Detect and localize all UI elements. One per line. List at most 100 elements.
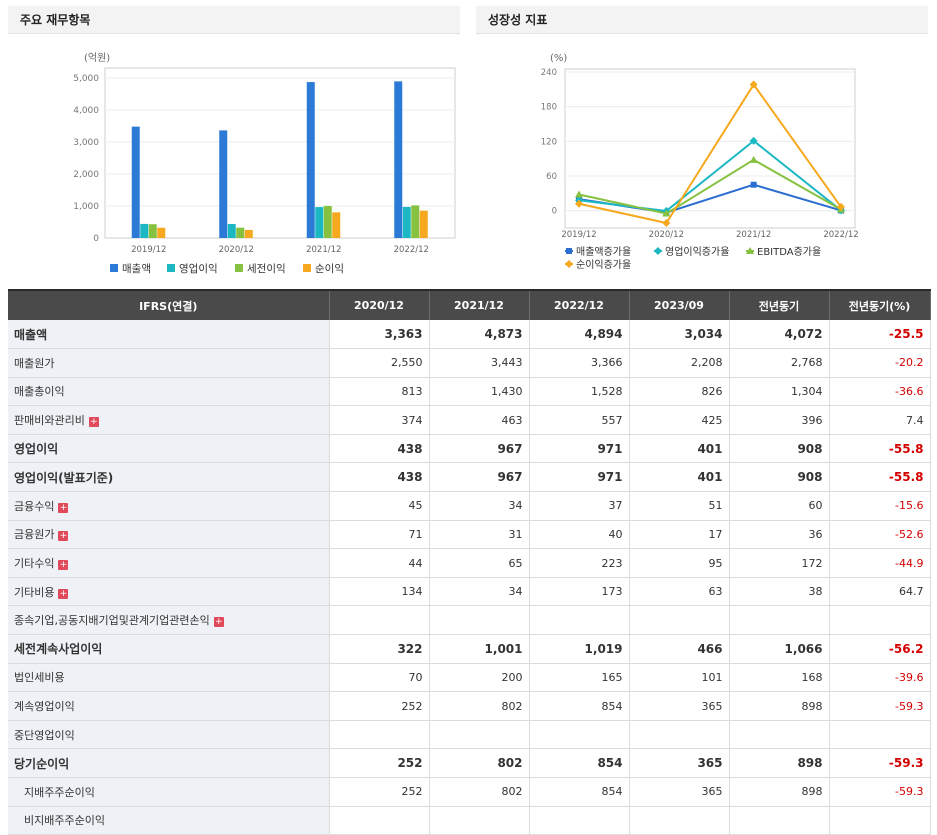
bar-ytick-label: 3,000 bbox=[73, 138, 99, 148]
table-cell: 898 bbox=[729, 777, 830, 807]
bar-세전이익 bbox=[411, 205, 420, 238]
expand-plus-icon[interactable]: + bbox=[213, 617, 224, 628]
table-cell bbox=[329, 806, 430, 835]
expand-plus-icon[interactable]: + bbox=[58, 560, 69, 571]
table-cell: 3,363 bbox=[329, 320, 430, 350]
table-row: 종속기업,공동지배기업및관계기업관련손익 + bbox=[8, 605, 931, 636]
table-row: 지배주주순이익 252 802 854 365 898 -59.3 bbox=[8, 777, 931, 807]
row-label-text: 매출총이익 bbox=[14, 385, 65, 399]
table-cell: 40 bbox=[529, 520, 630, 550]
table-cell: 802 bbox=[429, 777, 530, 807]
legend-label: 영업이익증가율 bbox=[665, 245, 729, 258]
table-cell: 252 bbox=[329, 777, 430, 807]
bar-chart-unit: (억원) bbox=[84, 52, 110, 64]
line-매출액증가율 bbox=[578, 183, 842, 214]
table-cell: 1,001 bbox=[429, 634, 530, 664]
table-cell: -15.6 bbox=[829, 491, 931, 521]
legend-marker bbox=[654, 247, 662, 255]
financial-statement-table: IFRS(연결) 2020/12 2021/12 2022/12 2023/09 전년동기… bbox=[8, 289, 931, 835]
table-cell: 64.7 bbox=[829, 577, 931, 607]
bar-ytick-label: 4,000 bbox=[73, 106, 99, 116]
table-cell: 1,304 bbox=[729, 377, 830, 407]
row-label: 영업이익 bbox=[8, 434, 330, 464]
table-cell: -52.6 bbox=[829, 520, 931, 550]
table-cell: 967 bbox=[429, 462, 530, 493]
financial-bar-chart: (억원) 0 1,000 2,000 3,000 4,000 5,000 2019/12 202… bbox=[73, 52, 456, 275]
line-ytick-label: 120 bbox=[541, 137, 557, 147]
row-label: 세전계속사업이익 bbox=[8, 634, 330, 664]
legend-label: EBITDA증가율 bbox=[757, 246, 821, 258]
table-cell: -25.5 bbox=[829, 320, 931, 350]
table-cell: 438 bbox=[329, 462, 430, 493]
table-cell: 36 bbox=[729, 520, 830, 550]
row-label: 영업이익(발표기준) bbox=[8, 462, 330, 493]
table-cell: -39.6 bbox=[829, 663, 931, 693]
legend-swatch bbox=[110, 264, 118, 272]
bar-xtick-label: 2019/12 bbox=[131, 245, 166, 255]
bar-xtick-label: 2020/12 bbox=[219, 245, 254, 255]
line-ytick-label: 180 bbox=[541, 103, 557, 113]
table-cell: 223 bbox=[529, 548, 630, 578]
table-cell: 438 bbox=[329, 434, 430, 464]
table-row: 영업이익(발표기준) 438 967 971 401 908 -55.8 bbox=[8, 462, 931, 493]
table-cell: -59.3 bbox=[829, 691, 931, 721]
table-cell: 322 bbox=[329, 634, 430, 664]
legend-swatch bbox=[303, 264, 311, 272]
row-label: 매출원가 bbox=[8, 348, 330, 378]
table-cell: 898 bbox=[729, 748, 830, 778]
expand-plus-icon[interactable]: + bbox=[58, 531, 69, 542]
bar-xtick-label: 2022/12 bbox=[394, 245, 429, 255]
bar-plot-frame bbox=[104, 67, 456, 239]
table-cell bbox=[729, 605, 830, 636]
table-cell: 374 bbox=[329, 405, 430, 435]
row-label-text: 기타수익 bbox=[14, 557, 55, 571]
growth-line-chart: (%) 0 60 120 180 240 2019/12 2020/12 2021/12 2022… bbox=[541, 53, 859, 271]
legend-marker bbox=[565, 260, 573, 268]
bar-xtick-label: 2021/12 bbox=[306, 245, 341, 255]
column-header: IFRS(연결) bbox=[8, 289, 330, 320]
table-cell: 95 bbox=[629, 548, 730, 578]
table-cell: 34 bbox=[429, 491, 530, 521]
column-header: 2023/09 bbox=[629, 289, 730, 320]
table-cell: 425 bbox=[629, 405, 730, 435]
table-cell: 365 bbox=[629, 777, 730, 807]
column-header: 2021/12 bbox=[429, 289, 530, 320]
bar-순이익 bbox=[157, 227, 166, 238]
table-cell: 2,550 bbox=[329, 348, 430, 378]
table-cell: -55.8 bbox=[829, 434, 931, 464]
table-cell: 4,072 bbox=[729, 320, 830, 350]
expand-plus-icon[interactable]: + bbox=[58, 588, 69, 599]
row-label: 금융원가 + bbox=[8, 520, 330, 550]
table-cell: -59.3 bbox=[829, 777, 931, 807]
table-cell: -36.6 bbox=[829, 377, 931, 407]
bar-순이익 bbox=[244, 229, 253, 238]
table-cell: -20.2 bbox=[829, 348, 931, 378]
table-cell: 401 bbox=[629, 462, 730, 493]
bar-매출액 bbox=[306, 82, 315, 238]
table-cell bbox=[429, 720, 530, 750]
table-row: 중단영업이익 bbox=[8, 720, 931, 750]
table-cell: 168 bbox=[729, 663, 830, 693]
table-cell bbox=[329, 720, 430, 750]
table-cell: 826 bbox=[629, 377, 730, 407]
table-cell: 1,430 bbox=[429, 377, 530, 407]
table-cell: 134 bbox=[329, 577, 430, 607]
table-cell: 173 bbox=[529, 577, 630, 607]
point-EBITDA증가율 bbox=[575, 190, 583, 198]
line-ytick-label: 240 bbox=[541, 68, 557, 78]
point-EBITDA증가율 bbox=[749, 155, 758, 163]
expand-plus-icon[interactable]: + bbox=[88, 417, 99, 428]
expand-plus-icon[interactable]: + bbox=[58, 502, 69, 513]
table-cell: 908 bbox=[729, 462, 830, 493]
legend-label: 영업이익 bbox=[179, 262, 218, 275]
table-cell: 971 bbox=[529, 434, 630, 464]
legend-swatch bbox=[235, 264, 243, 272]
line-xtick-label: 2020/12 bbox=[649, 230, 684, 240]
table-row: 기타비용 +134 34 173 63 38 64.7 bbox=[8, 577, 931, 607]
line-xtick-label: 2022/12 bbox=[823, 230, 858, 240]
row-label-text: 중단영업이익 bbox=[14, 728, 75, 742]
table-cell bbox=[829, 605, 931, 636]
table-header-row: IFRS(연결) 2020/12 2021/12 2022/12 2023/09 전년동기… bbox=[8, 289, 931, 320]
table-cell bbox=[329, 605, 430, 636]
row-label: 당기순이익 bbox=[8, 748, 330, 778]
